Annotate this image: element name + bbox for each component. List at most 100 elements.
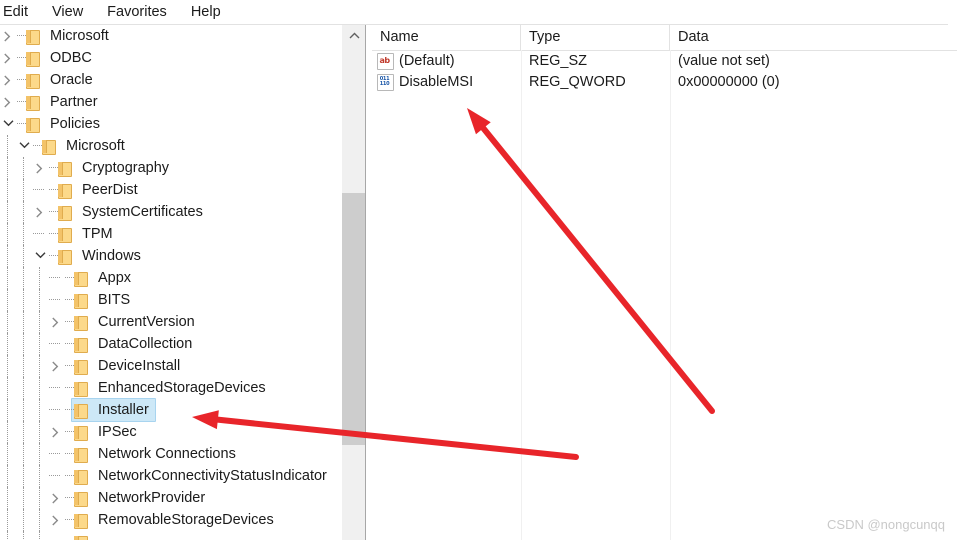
tree-item-content[interactable]: TPM — [56, 223, 117, 245]
tree-item-installer[interactable]: Installer — [0, 398, 341, 422]
tree-item-content[interactable]: Policies — [24, 113, 104, 135]
tree-item-content[interactable]: NetworkProvider — [72, 487, 209, 509]
tree-item-bits[interactable]: BITS — [0, 289, 341, 311]
tree-indent-guide — [0, 465, 16, 487]
tree-item-content[interactable]: RemovableStorageDevices — [72, 509, 278, 531]
chevron-right-icon[interactable] — [48, 355, 64, 377]
tree-item-content[interactable]: Appx — [72, 267, 135, 289]
tree-item-content[interactable]: IPSec — [72, 421, 141, 443]
tree-item-content[interactable]: NetworkConnectivityStatusIndicator — [72, 465, 331, 487]
tree-connector-stub — [64, 399, 76, 421]
tree-item-content[interactable]: CurrentVersion — [72, 311, 199, 333]
menu-item-favorites[interactable]: Favorites — [95, 2, 179, 22]
tree-connector-stub — [64, 531, 72, 540]
chevron-down-icon[interactable] — [0, 113, 16, 135]
chevron-right-icon[interactable] — [48, 509, 64, 531]
tree-item-content[interactable]: Windows — [56, 245, 145, 267]
tree-item-microsoft[interactable]: Microsoft — [0, 25, 341, 47]
scrollbar-thumb[interactable] — [342, 193, 366, 445]
tree-item-network-connections[interactable]: Network Connections — [0, 443, 341, 465]
value-type: REG_QWORD — [529, 74, 626, 90]
tree-item-deviceinstall[interactable]: DeviceInstall — [0, 355, 341, 377]
tree-item-microsoft[interactable]: Microsoft — [0, 135, 341, 157]
tree-item-content[interactable]: Microsoft — [40, 135, 129, 157]
tree-item-networkconnectivitystatusindicator[interactable]: NetworkConnectivityStatusIndicator — [0, 465, 341, 487]
registry-value-list[interactable]: Name Type Data ab (Default) REG_SZ (value not… — [372, 25, 957, 540]
chevron-right-icon[interactable] — [0, 47, 16, 69]
tree-item-label: Microsoft — [50, 28, 109, 44]
value-type: REG_SZ — [529, 53, 588, 69]
value-list-body[interactable]: ab (Default) REG_SZ (value not set) 011 110 Di… — [372, 51, 957, 93]
tree-item-datacollection[interactable]: DataCollection — [0, 333, 341, 355]
tree-item-enhancedstoragedevices[interactable]: EnhancedStorageDevices — [0, 377, 341, 399]
tree-item-content[interactable]: PeerDist — [56, 179, 142, 201]
tree-connector — [48, 443, 64, 465]
tree-item-currentversion[interactable]: CurrentVersion — [0, 311, 341, 333]
tree-item-content[interactable]: Oracle — [24, 69, 97, 91]
tree-item-content[interactable]: SystemCertificates — [56, 201, 207, 223]
value-row[interactable]: ab (Default) REG_SZ (value not set) — [372, 51, 957, 72]
registry-key-tree[interactable]: Microsoft ODBC Oracle Partner Policies Micros… — [0, 25, 341, 540]
tree-item-label: NetworkProvider — [98, 490, 206, 506]
chevron-down-icon[interactable] — [32, 245, 48, 267]
column-header-data[interactable]: Data — [670, 25, 957, 50]
tree-item-policies[interactable]: Policies — [0, 113, 341, 135]
menu-item-view[interactable]: View — [40, 2, 95, 22]
tree-item-removablestoragedevices[interactable]: RemovableStorageDevices — [0, 509, 341, 531]
tree-indent-guide — [16, 377, 32, 399]
chevron-right-icon[interactable] — [0, 25, 16, 47]
folder-icon — [56, 161, 73, 177]
tree-item-appx[interactable]: Appx — [0, 267, 341, 289]
tree-item-label: Oracle — [50, 72, 93, 88]
folder-icon — [72, 425, 89, 441]
tree-item-cryptography[interactable]: Cryptography — [0, 157, 341, 179]
scroll-up-button[interactable] — [342, 25, 366, 45]
tree-connector-stub — [16, 69, 28, 91]
tree-item-odbc[interactable]: ODBC — [0, 47, 341, 69]
column-header-type[interactable]: Type — [521, 25, 670, 50]
tree-indent-guide — [0, 509, 16, 531]
tree-item-partial[interactable] — [0, 531, 341, 540]
tree-item-content[interactable]: Cryptography — [56, 157, 173, 179]
tree-item-content[interactable]: ODBC — [24, 47, 96, 69]
tree-connector-stub — [64, 465, 76, 487]
chevron-right-icon[interactable] — [48, 487, 64, 509]
value-row[interactable]: 011 110 DisableMSI REG_QWORD 0x00000000 (0) — [372, 72, 957, 93]
tree-item-oracle[interactable]: Oracle — [0, 69, 341, 91]
tree-indent-guide — [0, 289, 16, 311]
chevron-right-icon[interactable] — [0, 91, 16, 113]
tree-item-content[interactable]: Installer — [71, 398, 156, 422]
tree-item-content[interactable] — [72, 535, 102, 540]
tree-item-ipsec[interactable]: IPSec — [0, 421, 341, 443]
tree-item-partner[interactable]: Partner — [0, 91, 341, 113]
menu-item-edit[interactable]: Edit — [0, 2, 40, 22]
tree-item-content[interactable]: EnhancedStorageDevices — [72, 377, 270, 399]
chevron-right-icon[interactable] — [32, 201, 48, 223]
tree-connector-stub — [16, 91, 28, 113]
menu-item-help[interactable]: Help — [179, 2, 233, 22]
column-header-name[interactable]: Name — [372, 25, 521, 50]
tree-item-systemcertificates[interactable]: SystemCertificates — [0, 201, 341, 223]
tree-item-tpm[interactable]: TPM — [0, 223, 341, 245]
tree-item-content[interactable]: Network Connections — [72, 443, 240, 465]
tree-item-content[interactable]: DeviceInstall — [72, 355, 184, 377]
tree-item-content[interactable]: DataCollection — [72, 333, 196, 355]
tree-indent-guide — [0, 487, 16, 509]
tree-item-content[interactable]: Partner — [24, 91, 102, 113]
tree-scrollbar[interactable] — [341, 25, 366, 540]
chevron-right-icon[interactable] — [48, 421, 64, 443]
tree-indent-guide — [32, 487, 48, 509]
tree-item-windows[interactable]: Windows — [0, 245, 341, 267]
chevron-down-icon[interactable] — [16, 135, 32, 157]
chevron-right-icon[interactable] — [0, 69, 16, 91]
chevron-right-icon[interactable] — [32, 157, 48, 179]
tree-item-content[interactable]: Microsoft — [24, 25, 113, 47]
chevron-right-icon[interactable] — [48, 311, 64, 333]
tree-indent-guide — [16, 399, 32, 421]
tree-indent-guide — [16, 311, 32, 333]
tree-item-peerdist[interactable]: PeerDist — [0, 179, 341, 201]
tree-item-label: Policies — [50, 116, 100, 132]
tree-item-networkprovider[interactable]: NetworkProvider — [0, 487, 341, 509]
folder-icon — [56, 227, 73, 243]
tree-item-content[interactable]: BITS — [72, 289, 134, 311]
